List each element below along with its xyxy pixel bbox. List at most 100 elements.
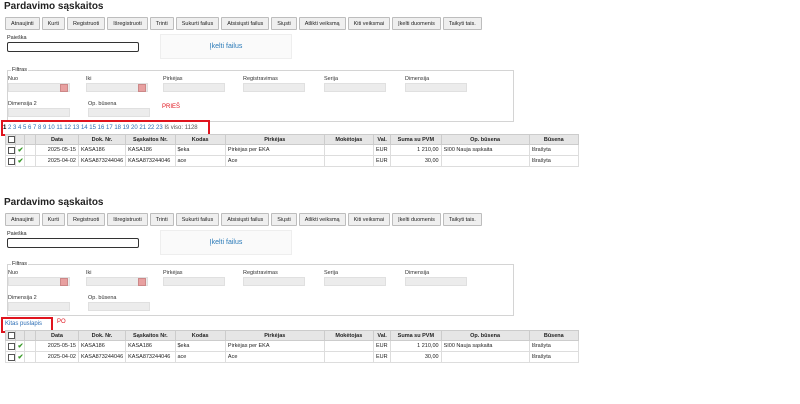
unregister-button[interactable]: Išregistruoti <box>107 213 148 226</box>
search-input[interactable] <box>7 238 139 248</box>
calendar-icon[interactable] <box>138 278 146 286</box>
filter-registration-input[interactable] <box>243 277 305 286</box>
perform-action-button[interactable]: Atlikti veiksmą <box>298 17 346 30</box>
filter-buyer-input[interactable] <box>163 83 225 92</box>
apply-rules-button[interactable]: Taikyti tais. <box>442 213 482 226</box>
col-invoice-no[interactable]: Sąskaitos Nr. <box>125 134 176 145</box>
delete-button[interactable]: Trinti <box>149 17 174 30</box>
upload-files-area[interactable]: Įkelti failus <box>160 34 292 59</box>
col-currency[interactable]: Val. <box>372 330 392 341</box>
import-data-button[interactable]: Įkelti duomenis <box>392 213 441 226</box>
calendar-icon[interactable] <box>60 84 68 92</box>
create-button[interactable]: Kurti <box>41 213 65 226</box>
filter-series-label: Serija <box>324 76 339 82</box>
filter-buyer-input[interactable] <box>163 277 225 286</box>
filter-series-input[interactable] <box>324 277 386 286</box>
create-button[interactable]: Kurti <box>41 17 65 30</box>
toolbar: Atnaujinti Kurti Registruoti Išregistruo… <box>5 17 482 30</box>
apply-rules-button[interactable]: Taikyti tais. <box>442 17 482 30</box>
row-checkbox[interactable] <box>8 342 15 350</box>
send-button[interactable]: Siųsti <box>271 17 297 30</box>
cell-invoice-no: KASA873244046 <box>125 351 176 363</box>
cell-payer <box>323 351 375 363</box>
table-row[interactable]: ✔ 2025-05-15 KASA186 KASA186 $eka Pirkėj… <box>5 144 580 156</box>
row-checkbox-cell[interactable] <box>5 351 16 363</box>
create-files-button[interactable]: Sukurti failus <box>175 213 220 226</box>
filter-op-status-input[interactable] <box>88 108 150 117</box>
col-buyer[interactable]: Pirkėjas <box>224 134 325 145</box>
cell-currency: EUR <box>372 351 392 363</box>
refresh-button[interactable]: Atnaujinti <box>5 213 40 226</box>
col-doc-no[interactable]: Dok. Nr. <box>77 330 127 341</box>
perform-action-button[interactable]: Atlikti veiksmą <box>298 213 346 226</box>
filter-op-status-label: Op. būsena <box>88 101 117 107</box>
table-row[interactable]: ✔ 2025-05-15 KASA186 KASA186 $eka Pirkėj… <box>5 340 580 352</box>
col-total[interactable]: Suma su PVM <box>390 134 442 145</box>
row-spacer <box>24 155 37 167</box>
invoices-table: Data Dok. Nr. Sąskaitos Nr. Kodas Pirkėj… <box>5 134 580 167</box>
send-button[interactable]: Siųsti <box>271 213 297 226</box>
filter-registration-input[interactable] <box>243 83 305 92</box>
row-checkbox[interactable] <box>8 353 15 361</box>
other-actions-button[interactable]: Kiti veiksmai <box>347 213 391 226</box>
col-payer[interactable]: Mokėtojas <box>323 134 375 145</box>
cell-status: Išrašyta <box>528 340 580 352</box>
upload-files-area[interactable]: Įkelti failus <box>160 230 292 255</box>
col-buyer[interactable]: Pirkėjas <box>224 330 325 341</box>
filter-op-status-input[interactable] <box>88 302 150 311</box>
filter-dimension-input[interactable] <box>405 277 467 286</box>
download-files-button[interactable]: Atsisiųsti failus <box>221 17 270 30</box>
filter-dimension2-input[interactable] <box>8 108 70 117</box>
table-row[interactable]: ✔ 2025-04-02 KASA873244046 KASA873244046… <box>5 155 580 167</box>
create-files-button[interactable]: Sukurti failus <box>175 17 220 30</box>
search-input[interactable] <box>7 42 139 52</box>
cell-date: 2025-04-02 <box>35 155 79 167</box>
col-doc-no[interactable]: Dok. Nr. <box>77 134 127 145</box>
checkbox[interactable] <box>8 136 15 143</box>
unregister-button[interactable]: Išregistruoti <box>107 17 148 30</box>
col-op-status[interactable]: Op. būsena <box>440 134 530 145</box>
select-all-checkbox[interactable] <box>5 330 16 341</box>
col-total[interactable]: Suma su PVM <box>390 330 442 341</box>
col-status[interactable]: Būsena <box>528 134 580 145</box>
cell-total: 1 210,00 <box>390 340 442 352</box>
filter-to-label: Iki <box>86 270 92 276</box>
col-invoice-no[interactable]: Sąskaitos Nr. <box>125 330 176 341</box>
filter-series-input[interactable] <box>324 83 386 92</box>
col-currency[interactable]: Val. <box>372 134 392 145</box>
row-checkbox-cell[interactable] <box>5 340 16 352</box>
register-button[interactable]: Registruoti <box>66 213 106 226</box>
filter-op-status-label: Op. būsena <box>88 295 117 301</box>
cell-code: $eka <box>174 340 226 352</box>
col-date[interactable]: Data <box>35 330 79 341</box>
download-files-button[interactable]: Atsisiųsti failus <box>221 213 270 226</box>
cell-op-status: SI00 Nauja sąskaita <box>440 144 530 156</box>
col-op-status[interactable]: Op. būsena <box>440 330 530 341</box>
calendar-icon[interactable] <box>138 84 146 92</box>
row-checkbox-cell[interactable] <box>5 155 16 167</box>
col-payer[interactable]: Mokėtojas <box>323 330 375 341</box>
other-actions-button[interactable]: Kiti veiksmai <box>347 17 391 30</box>
cell-code: ace <box>174 155 226 167</box>
filter-dimension2-input[interactable] <box>8 302 70 311</box>
col-status[interactable]: Būsena <box>528 330 580 341</box>
row-checkbox[interactable] <box>8 146 15 154</box>
table-row[interactable]: ✔ 2025-04-02 KASA873244046 KASA873244046… <box>5 351 580 363</box>
row-checkbox-cell[interactable] <box>5 144 16 156</box>
filter-series-label: Serija <box>324 270 339 276</box>
select-all-checkbox[interactable] <box>5 134 16 145</box>
refresh-button[interactable]: Atnaujinti <box>5 17 40 30</box>
row-checkbox[interactable] <box>8 157 15 165</box>
col-date[interactable]: Data <box>35 134 79 145</box>
check-icon: ✔ <box>14 340 26 352</box>
cell-code: ace <box>174 351 226 363</box>
calendar-icon[interactable] <box>60 278 68 286</box>
panel-after: Pardavimo sąskaitos Atnaujinti Kurti Reg… <box>0 195 800 404</box>
import-data-button[interactable]: Įkelti duomenis <box>392 17 441 30</box>
filter-dimension-input[interactable] <box>405 83 467 92</box>
col-code[interactable]: Kodas <box>174 134 226 145</box>
checkbox[interactable] <box>8 332 15 339</box>
delete-button[interactable]: Trinti <box>149 213 174 226</box>
register-button[interactable]: Registruoti <box>66 17 106 30</box>
col-code[interactable]: Kodas <box>174 330 226 341</box>
